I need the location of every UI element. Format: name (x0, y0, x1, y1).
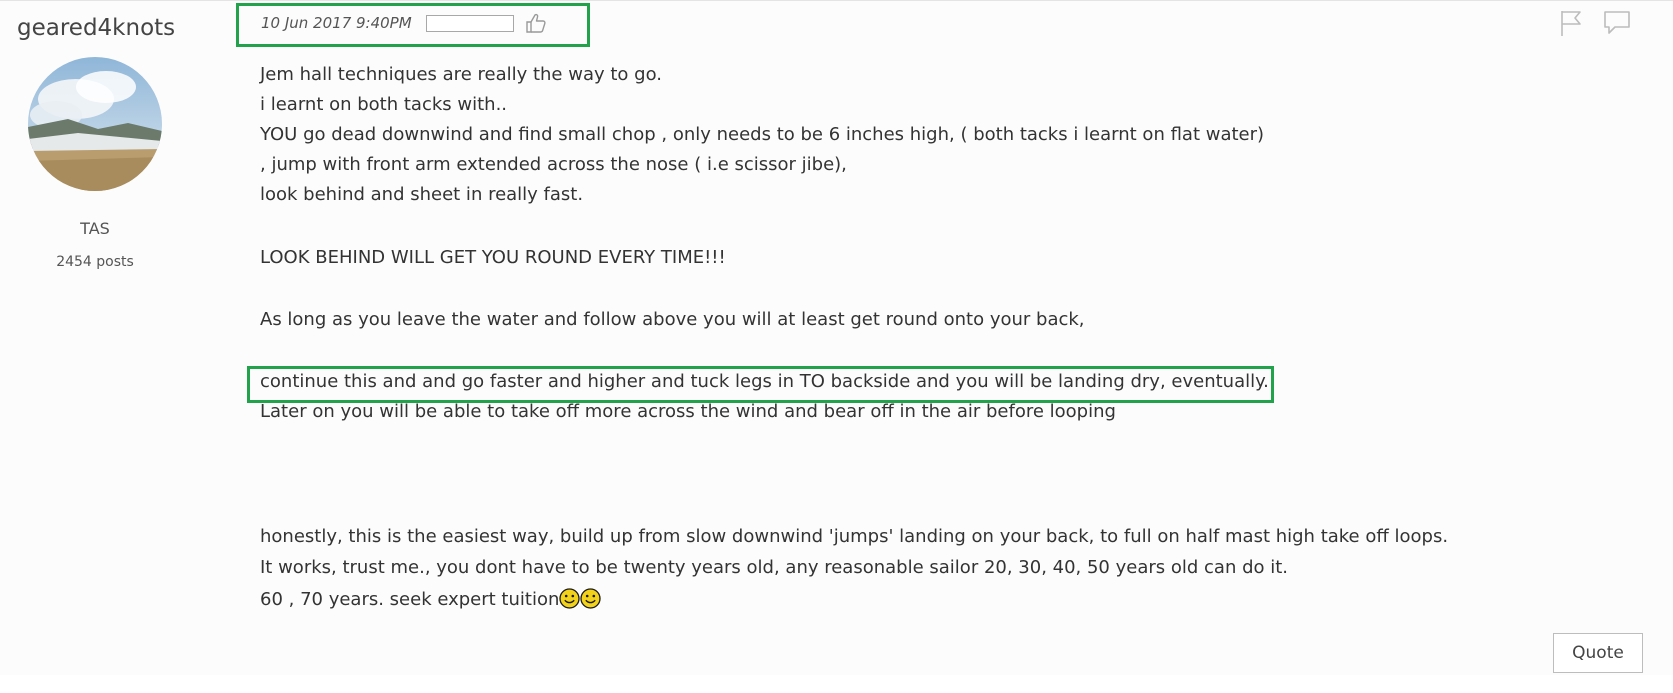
flag-icon[interactable] (1558, 9, 1584, 37)
comment-icon[interactable] (1603, 9, 1631, 37)
author-location: TAS (80, 219, 110, 238)
post-text-line-with-smileys: 60 , 70 years. seek expert tuition (260, 588, 602, 611)
thumbs-up-icon[interactable] (524, 11, 548, 35)
author-name[interactable]: geared4knots (17, 15, 175, 41)
post-text-line: look behind and sheet in really fast. (260, 184, 584, 205)
quote-button[interactable]: Quote (1553, 633, 1643, 673)
post-text-line: honestly, this is the easiest way, build… (260, 526, 1449, 547)
post-text-line: YOU go dead downwind and find small chop… (260, 124, 1265, 145)
post-text-line: As long as you leave the water and follo… (260, 309, 1085, 330)
post-text-line: LOOK BEHIND WILL GET YOU ROUND EVERY TIM… (260, 247, 726, 268)
rating-bar (426, 15, 514, 32)
post-text-line: It works, trust me., you dont have to be… (260, 557, 1289, 578)
post-text-line: 60 , 70 years. seek expert tuition (260, 589, 560, 610)
post-text-line: Later on you will be able to take off mo… (260, 401, 1116, 422)
post-date: 10 Jun 2017 9:40PM (261, 14, 412, 32)
forum-post: geared4knots TAS 2454 posts 10 Jun 2017 … (0, 0, 1673, 675)
smiley-icon (580, 588, 602, 609)
smiley-icon (559, 588, 581, 609)
author-post-count: 2454 posts (56, 254, 134, 270)
post-text-line-highlighted: continue this and and go faster and high… (260, 371, 1269, 392)
post-text-line: Jem hall techniques are really the way t… (260, 64, 662, 85)
avatar[interactable] (28, 57, 162, 191)
post-text-line: , jump with front arm extended across th… (260, 154, 847, 175)
post-text-line: i learnt on both tacks with.. (260, 94, 508, 115)
